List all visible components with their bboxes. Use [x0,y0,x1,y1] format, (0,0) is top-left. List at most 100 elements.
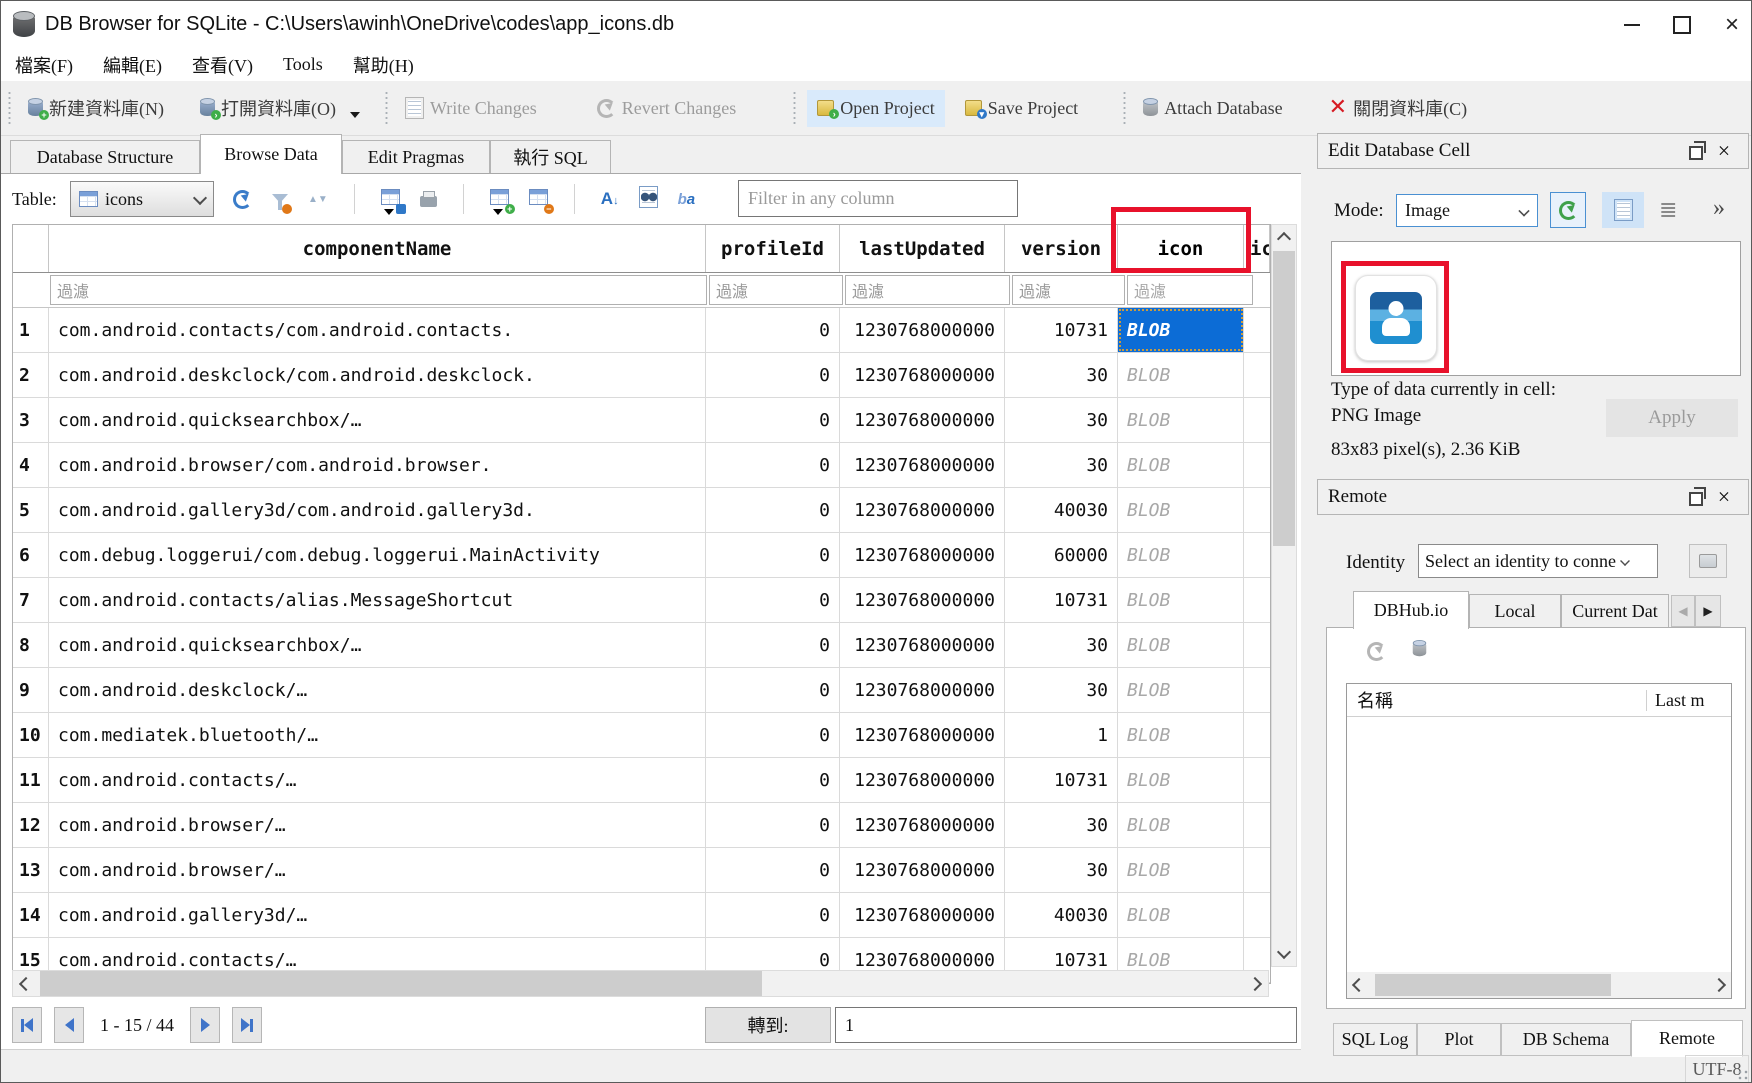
tab-edit-pragmas[interactable]: Edit Pragmas [342,140,490,173]
scroll-left-button[interactable] [13,971,39,996]
save-project-button[interactable]: ▾ Save Project [955,90,1088,127]
cell-icon[interactable]: BLOB [1118,803,1244,847]
cell-version[interactable]: 30 [1005,848,1118,892]
cell-lastUpdated[interactable]: 1230768000000 [840,713,1005,757]
refresh-button[interactable] [233,190,252,209]
cell-version[interactable]: 10731 [1005,308,1118,352]
word-wrap-button[interactable]: ≣ [1659,197,1677,223]
save-table-view-button[interactable] [381,189,400,210]
header-lastUpdated[interactable]: lastUpdated [840,225,1005,272]
filter-icon[interactable]: 過濾 [1127,275,1253,305]
menu-view[interactable]: 查看(V) [192,52,253,78]
dock-tab-plot[interactable]: Plot [1417,1023,1501,1056]
cell-lastUpdated[interactable]: 1230768000000 [840,578,1005,622]
cell-icon[interactable]: BLOB [1118,443,1244,487]
cell-version[interactable]: 30 [1005,353,1118,397]
float-panel-button[interactable] [1682,138,1710,164]
cell-lastUpdated[interactable]: 1230768000000 [840,533,1005,577]
scroll-up-button[interactable] [1272,225,1296,249]
sort-az-button[interactable]: A↓ [601,189,619,209]
header-icon[interactable]: icon [1118,225,1244,272]
cell-version[interactable]: 10731 [1005,758,1118,802]
tab-database-structure[interactable]: Database Structure [10,140,200,173]
cell-lastUpdated[interactable]: 1230768000000 [840,623,1005,667]
attach-database-button[interactable]: Attach Database [1133,90,1292,127]
filter-lastUpdated[interactable]: 過濾 [845,275,1010,305]
cell-icon[interactable]: BLOB [1118,533,1244,577]
cell-version[interactable]: 30 [1005,443,1118,487]
header-overflow[interactable]: ic [1244,225,1270,272]
cell-componentName[interactable]: com.android.contacts/… [49,758,706,802]
filter-version[interactable]: 過濾 [1012,275,1125,305]
cell-lastUpdated[interactable]: 1230768000000 [840,893,1005,937]
minimize-button[interactable] [1607,5,1657,45]
global-filter-input[interactable]: Filter in any column [738,180,1018,217]
scroll-left-button[interactable] [1347,972,1371,998]
header-profileId[interactable]: profileId [706,225,840,272]
cell-componentName[interactable]: com.android.quicksearchbox/… [49,398,706,442]
more-tools-button[interactable]: » [1713,195,1725,222]
cell-lastUpdated[interactable]: 1230768000000 [840,443,1005,487]
cell-profileId[interactable]: 0 [706,668,840,712]
clone-database-button[interactable] [1689,544,1727,578]
vertical-scroll-thumb[interactable] [1273,251,1295,546]
tab-browse-data[interactable]: Browse Data [200,134,342,174]
menu-help[interactable]: 幫助(H) [353,52,414,78]
identity-selector[interactable]: Select an identity to conne [1418,544,1658,578]
resize-grip[interactable] [1737,1069,1749,1081]
tab-scroll-left-button[interactable]: ◀ [1671,595,1695,627]
remote-clone-button[interactable] [1412,641,1427,662]
cell-componentName[interactable]: com.android.contacts/alias.MessageShortc… [49,578,706,622]
close-panel-button[interactable]: × [1710,484,1738,510]
previous-record-button[interactable] [54,1007,84,1043]
tab-scroll-right-button[interactable]: ▶ [1695,595,1721,627]
cell-version[interactable]: 60000 [1005,533,1118,577]
close-button[interactable]: × [1707,5,1752,45]
open-database-dropdown-icon[interactable] [350,112,360,118]
remote-col-last-modified[interactable]: Last m [1646,690,1731,711]
cell-componentName[interactable]: com.android.browser/… [49,803,706,847]
goto-button[interactable]: 轉到: [705,1007,831,1043]
cell-icon[interactable]: BLOB [1118,893,1244,937]
remote-col-name[interactable]: 名稱 [1347,687,1646,713]
cell-profileId[interactable]: 0 [706,398,840,442]
revert-changes-button[interactable]: Revert Changes [587,90,746,127]
cell-profileId[interactable]: 0 [706,713,840,757]
horizontal-scroll-thumb[interactable] [40,971,762,996]
cell-lastUpdated[interactable]: 1230768000000 [840,668,1005,712]
cell-profileId[interactable]: 0 [706,308,840,352]
remote-refresh-button[interactable] [1367,642,1386,661]
cell-componentName[interactable]: com.android.deskclock/… [49,668,706,712]
menu-tools[interactable]: Tools [283,54,323,75]
tab-execute-sql[interactable]: 執行 SQL [490,140,611,173]
close-panel-button[interactable]: × [1710,138,1738,164]
cell-lastUpdated[interactable]: 1230768000000 [840,353,1005,397]
cell-version[interactable]: 1 [1005,713,1118,757]
open-project-button[interactable]: › Open Project [807,90,944,127]
text-view-button[interactable] [1602,192,1644,228]
cell-lastUpdated[interactable]: 1230768000000 [840,398,1005,442]
scroll-right-button[interactable] [1242,971,1268,996]
cell-componentName[interactable]: com.android.deskclock/com.android.deskcl… [49,353,706,397]
cell-componentName[interactable]: com.mediatek.bluetooth/… [49,713,706,757]
mode-selector[interactable]: Image [1396,194,1538,227]
first-record-button[interactable] [12,1007,42,1043]
cell-icon[interactable]: BLOB [1118,848,1244,892]
grid-vertical-scrollbar[interactable] [1271,224,1297,967]
cell-profileId[interactable]: 0 [706,848,840,892]
dock-tab-sql-log[interactable]: SQL Log [1333,1023,1417,1056]
next-record-button[interactable] [190,1007,220,1043]
cell-profileId[interactable]: 0 [706,803,840,847]
cell-profileId[interactable]: 0 [706,533,840,577]
cell-profileId[interactable]: 0 [706,488,840,532]
menu-edit[interactable]: 編輯(E) [103,52,162,78]
cell-version[interactable]: 40030 [1005,488,1118,532]
cell-lastUpdated[interactable]: 1230768000000 [840,488,1005,532]
remote-tab-local[interactable]: Local [1469,594,1561,629]
cell-icon[interactable]: BLOB [1118,353,1244,397]
cell-icon[interactable]: BLOB [1118,398,1244,442]
cell-version[interactable]: 30 [1005,668,1118,712]
cell-icon[interactable]: BLOB [1118,488,1244,532]
cell-lastUpdated[interactable]: 1230768000000 [840,803,1005,847]
header-componentName[interactable]: componentName [49,225,706,272]
